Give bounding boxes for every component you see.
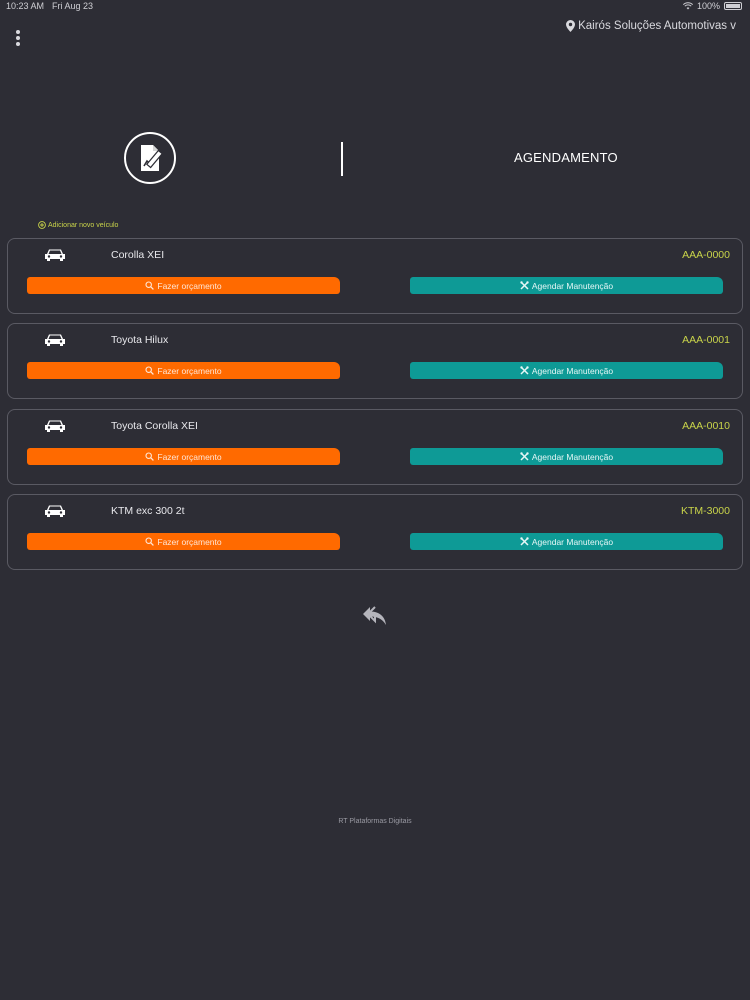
- tools-icon: [520, 452, 529, 461]
- vehicle-card: Corolla XEI AAA-0000 Fazer orçamento Age…: [7, 238, 743, 314]
- quote-button[interactable]: Fazer orçamento: [27, 362, 340, 379]
- vehicle-card: Toyota Corolla XEI AAA-0010 Fazer orçame…: [7, 409, 743, 485]
- schedule-button-label: Agendar Manutenção: [531, 536, 614, 547]
- footer-credit: RT Plataformas Digitais: [338, 818, 412, 825]
- car-icon: [45, 334, 65, 346]
- search-icon: [145, 452, 155, 461]
- wifi-icon: [682, 2, 693, 10]
- tools-icon: [520, 366, 529, 375]
- quote-button[interactable]: Fazer orçamento: [27, 448, 340, 465]
- app-screen: 10:23 AM Fri Aug 23 100% Kairós Soluções…: [0, 0, 750, 1000]
- battery-icon: [724, 2, 742, 10]
- quote-button-label: Fazer orçamento: [157, 365, 222, 376]
- vehicle-model: Toyota Hilux: [111, 334, 169, 346]
- search-icon: [145, 537, 155, 546]
- quote-button-label: Fazer orçamento: [157, 536, 222, 547]
- vehicle-model: KTM exc 300 2t: [111, 505, 185, 517]
- vehicle-model: Corolla XEI: [111, 249, 165, 261]
- quote-button-label: Fazer orçamento: [157, 451, 222, 462]
- add-vehicle-label: Adicionar novo veículo: [48, 221, 119, 229]
- search-icon: [145, 281, 155, 290]
- quote-button[interactable]: Fazer orçamento: [27, 277, 340, 294]
- schedule-maintenance-button[interactable]: Agendar Manutenção: [410, 448, 723, 465]
- page-title: AGENDAMENTO: [514, 150, 618, 165]
- location-pin-icon: [566, 20, 576, 32]
- tools-icon: [520, 537, 529, 546]
- document-edit-icon: [124, 132, 176, 184]
- vehicle-card: Toyota Hilux AAA-0001 Fazer orçamento Ag…: [7, 323, 743, 399]
- add-vehicle-link[interactable]: Adicionar novo veículo: [38, 221, 118, 229]
- vehicle-model: Toyota Corolla XEI: [111, 420, 198, 432]
- vehicle-plate: AAA-0001: [682, 334, 730, 346]
- schedule-maintenance-button[interactable]: Agendar Manutenção: [410, 533, 723, 550]
- schedule-button-label: Agendar Manutenção: [531, 451, 614, 462]
- schedule-maintenance-button[interactable]: Agendar Manutenção: [410, 362, 723, 379]
- back-reply-icon[interactable]: [361, 604, 389, 628]
- vehicle-plate: KTM-3000: [680, 505, 730, 517]
- status-time: 10:23 AM: [6, 1, 45, 11]
- header-divider: [341, 142, 343, 176]
- status-right: 100%: [682, 1, 742, 11]
- add-circle-icon: [38, 221, 46, 229]
- schedule-maintenance-button[interactable]: Agendar Manutenção: [410, 277, 723, 294]
- vehicle-card: KTM exc 300 2t KTM-3000 Fazer orçamento …: [7, 494, 743, 570]
- status-bar: 10:23 AM Fri Aug 23 100%: [0, 0, 750, 14]
- location-label: Kairós Soluções Automotivas v: [578, 20, 736, 32]
- quote-button[interactable]: Fazer orçamento: [27, 533, 340, 550]
- car-icon: [45, 505, 65, 517]
- search-icon: [145, 366, 155, 375]
- location-selector[interactable]: Kairós Soluções Automotivas v: [566, 20, 736, 32]
- schedule-button-label: Agendar Manutenção: [531, 280, 614, 291]
- schedule-button-label: Agendar Manutenção: [531, 365, 614, 376]
- car-icon: [45, 420, 65, 432]
- quote-button-label: Fazer orçamento: [157, 280, 222, 291]
- menu-dots-icon[interactable]: [12, 30, 24, 48]
- vehicle-plate: AAA-0010: [682, 420, 730, 432]
- status-date: Fri Aug 23: [52, 1, 94, 11]
- car-icon: [45, 249, 65, 261]
- vehicle-plate: AAA-0000: [682, 249, 730, 261]
- battery-percent: 100%: [696, 1, 720, 11]
- tools-icon: [520, 281, 529, 290]
